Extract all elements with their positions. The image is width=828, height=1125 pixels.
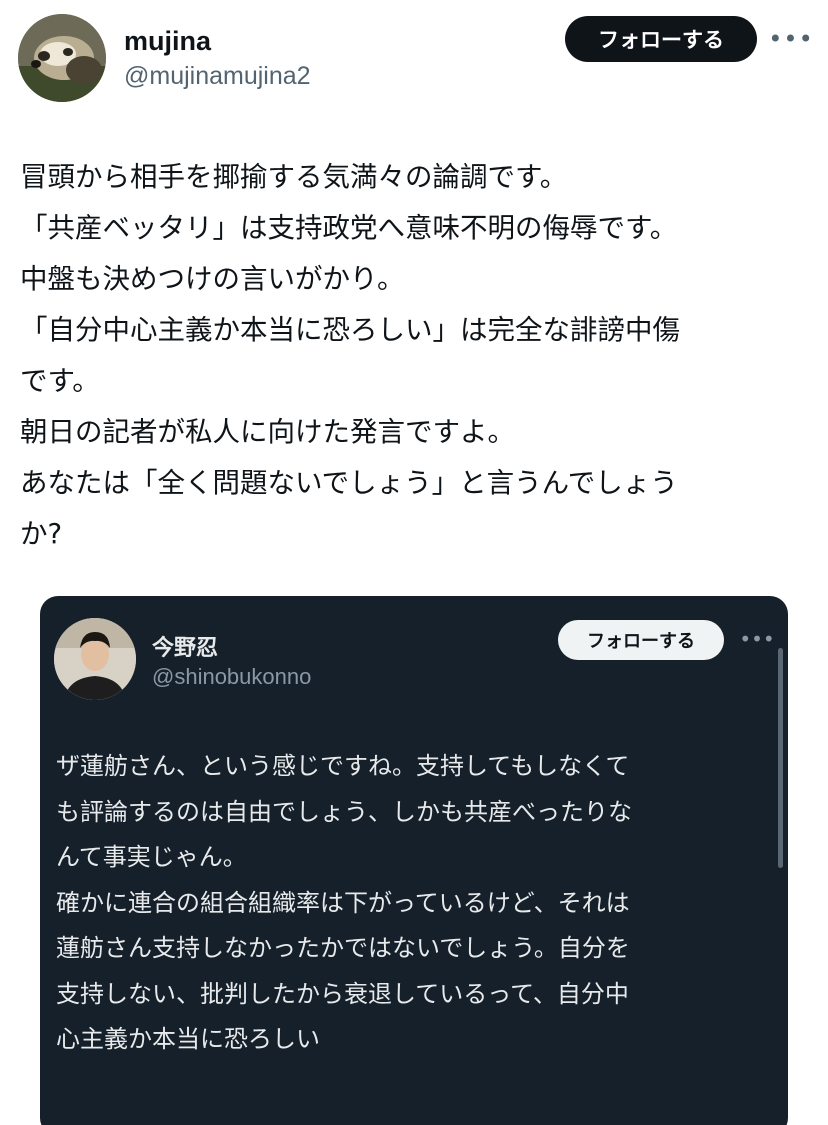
- embedded-author-avatar: [54, 618, 136, 700]
- post-text-line: 朝日の記者が私人に向けた発言ですよ。: [20, 416, 515, 448]
- person-photo-icon: [54, 618, 136, 700]
- embedded-more-options-icon: •••: [739, 627, 775, 651]
- post-text-line: 冒頭から相手を揶揄する気満々の論調です。: [20, 161, 568, 193]
- embedded-text-line: 蓮舫さん支持しなかったかではないでしょう。自分を: [56, 934, 630, 962]
- follow-button[interactable]: フォローする: [565, 16, 757, 62]
- author-name[interactable]: mujina: [124, 26, 211, 57]
- embedded-text-line: ザ蓮舫さん、という感じですね。支持してもしなくて: [56, 752, 630, 780]
- embedded-scrollbar: [778, 648, 783, 868]
- embedded-author-name: 今野忍: [152, 636, 219, 661]
- post-text-line: 「自分中心主義か本当に恐ろしい」は完全な誹謗中傷: [20, 314, 680, 346]
- post-text-line: 中盤も決めつけの言いがかり。: [20, 263, 405, 295]
- embedded-follow-button: フォローする: [558, 620, 724, 660]
- post-text-line: 「共産ベッタリ」は支持政党へ意味不明の侮辱です。: [20, 212, 678, 244]
- avatar-badger-icon: [18, 14, 106, 102]
- embedded-author-handle: @shinobukonno: [152, 664, 312, 689]
- embedded-post-text: ザ蓮舫さん、という感じですね。支持してもしなくて も評論するのは自由でしょう、し…: [56, 744, 776, 1063]
- attached-screenshot-image[interactable]: 今野忍 @shinobukonno フォローする ••• ザ蓮舫さん、という感じ…: [40, 596, 788, 1125]
- post-text-line: です。: [20, 365, 100, 397]
- embedded-text-line: 確かに連合の組合組織率は下がっているけど、それは: [56, 888, 630, 917]
- post-text-line: か?: [20, 518, 63, 550]
- post-text-line: あなたは「全く問題ないでしょう」と言うんでしょう: [20, 467, 678, 499]
- embedded-text-line: も評論するのは自由でしょう、しかも共産べったりな: [56, 797, 632, 826]
- tweet-page: mujina @mujinamujina2 フォローする ••• 冒頭から相手を…: [0, 0, 828, 1125]
- embedded-text-line: 支持しない、批判したから衰退しているって、自分中: [56, 979, 629, 1008]
- embedded-text-line: んて事実じゃん。: [56, 843, 247, 871]
- post-text: 冒頭から相手を揶揄する気満々の論調です。 「共産ベッタリ」は支持政党へ意味不明の…: [20, 152, 810, 560]
- author-avatar[interactable]: [18, 14, 106, 102]
- embedded-text-line: 心主義か本当に恐ろしい: [56, 1025, 320, 1053]
- author-handle[interactable]: @mujinamujina2: [124, 62, 311, 91]
- more-options-icon[interactable]: •••: [768, 22, 812, 56]
